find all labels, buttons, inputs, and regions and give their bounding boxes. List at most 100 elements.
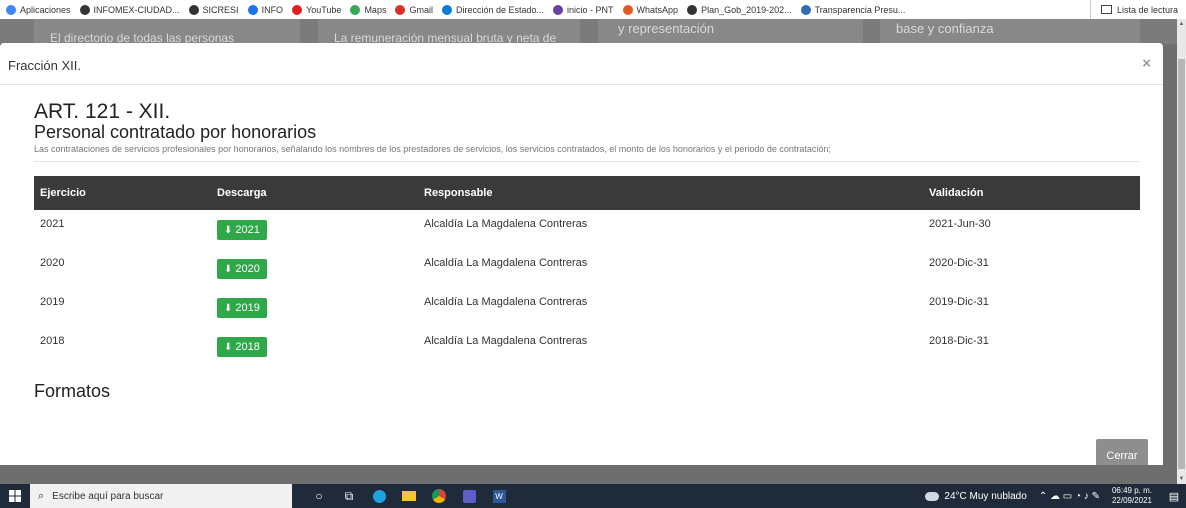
bookmark-label: INFO [261,4,284,15]
bookmark-icon [441,4,452,15]
system-tray: 24°C Muy nublado ⌃ ☁ ▭ ◔ ♪ ✎ 06:49 p. m.… [925,484,1186,508]
chrome-icon[interactable] [424,484,454,508]
background-tile: La remuneración mensual bruta y neta de [318,19,580,45]
bookmark-icon [188,4,199,15]
cell-responsible: Alcaldía La Magdalena Contreras [424,335,588,347]
bookmark-item[interactable]: Aplicaciones [6,4,71,15]
cell-download: ⬇ 2020 [211,249,418,288]
edge-icon[interactable] [364,484,394,508]
table-header-row: Ejercicio Descarga Responsable Validació… [34,176,1140,210]
download-icon: ⬇ [224,263,233,275]
header-responsable: Responsable [424,187,493,199]
bookmark-item[interactable]: INFO [247,4,284,15]
bookmark-item[interactable]: Plan_Gob_2019-202... [687,4,792,15]
download-icon: ⬇ [224,302,233,314]
records-table: Ejercicio Descarga Responsable Validació… [34,176,1140,366]
scroll-thumb[interactable] [1178,59,1185,469]
bookmark-label: WhatsApp [636,4,679,15]
cortana-icon[interactable]: ○ [304,484,334,508]
download-button-2020[interactable]: ⬇ 2020 [217,259,267,279]
background-tile: base y confianza [880,19,1140,44]
modal-header: Fracción XII. × [0,43,1163,85]
bookmark-icon [553,4,564,15]
scroll-down-icon[interactable]: ▼ [1177,476,1186,482]
cell-responsible: Alcaldía La Magdalena Contreras [424,257,588,269]
notification-icon[interactable]: ▤ [1162,484,1186,508]
cell-year: 2018 [40,335,65,347]
cell-download: ⬇ 2019 [211,288,418,327]
download-label: 2019 [235,302,260,314]
download-icon: ⬇ [224,224,233,236]
cloud-icon [925,491,940,501]
bookmark-item[interactable]: INFOMEX-CIUDAD... [79,4,180,15]
bookmark-icon [247,4,258,15]
teams-icon[interactable] [454,484,484,508]
fraccion-modal: Fracción XII. × ART. 121 - XII. Personal… [0,43,1163,465]
download-button-2018[interactable]: ⬇ 2018 [217,337,267,357]
bookmark-icon [800,4,811,15]
file-explorer-icon[interactable] [394,484,424,508]
bookmark-item[interactable]: inicio - PNT [553,4,614,15]
bookmark-label: SICRESI [202,4,239,15]
bookmark-item[interactable]: WhatsApp [622,4,679,15]
search-placeholder: Escribe aquí para buscar [52,490,164,502]
download-button-2019[interactable]: ⬇ 2019 [217,298,267,318]
header-ejercicio: Ejercicio [40,187,86,199]
cell-validation: 2020-Dic-31 [929,257,989,269]
scroll-up-icon[interactable]: ▲ [1177,21,1186,27]
task-view-icon[interactable]: ⧉ [334,484,364,508]
close-icon[interactable]: × [1142,55,1151,72]
header-descarga: Descarga [217,187,267,199]
bookmark-item[interactable]: YouTube [292,4,342,15]
table-row: 2018 ⬇ 2018 Alcaldía La Magdalena Contrer… [34,327,1140,366]
word-icon[interactable]: W [484,484,514,508]
cell-download: ⬇ 2021 [211,210,418,249]
background-tile: El directorio de todas las personas [34,19,300,45]
article-title: ART. 121 - XII. [34,100,171,123]
bookmark-label: Maps [364,4,387,15]
cell-year: 2020 [40,257,65,269]
bookmark-label: YouTube [306,4,342,15]
weather-text: 24°C Muy nublado [944,490,1027,502]
divider [34,161,1140,162]
bookmark-label: Aplicaciones [20,4,71,15]
cell-validation: 2018-Dic-31 [929,335,989,347]
bookmark-item[interactable]: Transparencia Presu... [800,4,906,15]
bookmark-icon [292,4,303,15]
reading-list-button[interactable]: Lista de lectura [1089,0,1178,19]
page-scrollbar[interactable]: ▲ ▼ [1177,19,1186,484]
header-validacion: Validación [929,187,984,199]
cell-validation: 2019-Dic-31 [929,296,989,308]
bookmark-icon [395,4,406,15]
cell-year: 2019 [40,296,65,308]
search-icon: ⌕ [38,489,45,502]
bookmark-item[interactable]: Maps [350,4,387,15]
tray-icons[interactable]: ⌃ ☁ ▭ ◔ ♪ ✎ [1039,491,1100,502]
close-button[interactable]: Cerrar [1096,439,1148,465]
modal-title: Fracción XII. [8,58,81,73]
clock-date: 22/09/2021 [1111,496,1152,505]
taskbar-search-input[interactable]: ⌕ Escribe aquí para buscar [30,484,292,508]
bookmark-label: INFOMEX-CIUDAD... [93,4,180,15]
bookmark-item[interactable]: Gmail [395,4,433,15]
weather-widget[interactable]: 24°C Muy nublado [925,490,1027,502]
bookmark-label: Plan_Gob_2019-202... [701,4,792,15]
cell-year: 2021 [40,218,65,230]
table-row: 2020 ⬇ 2020 Alcaldía La Magdalena Contrer… [34,249,1140,288]
windows-start-icon[interactable] [0,484,30,508]
bookmark-item[interactable]: SICRESI [188,4,239,15]
background-tile: y representación [598,19,863,44]
bookmark-label: inicio - PNT [567,4,614,15]
bookmark-icon [6,4,16,15]
download-button-2021[interactable]: ⬇ 2021 [217,220,267,240]
windows-taskbar: ⌕ Escribe aquí para buscar ○ ⧉ W 24°C Mu… [0,484,1186,508]
formats-title: Formatos [34,381,111,401]
bookmark-item[interactable]: Dirección de Estado... [441,4,544,15]
cell-validation: 2021-Jun-30 [929,218,991,230]
cell-responsible: Alcaldía La Magdalena Contreras [424,218,588,230]
reading-list-icon [1100,5,1112,14]
bookmark-label: Gmail [409,4,433,15]
clock[interactable]: 06:49 p. m. 22/09/2021 [1112,486,1152,506]
bookmark-label: Transparencia Presu... [814,4,906,15]
table-row: 2019 ⬇ 2019 Alcaldía La Magdalena Contrer… [34,288,1140,327]
